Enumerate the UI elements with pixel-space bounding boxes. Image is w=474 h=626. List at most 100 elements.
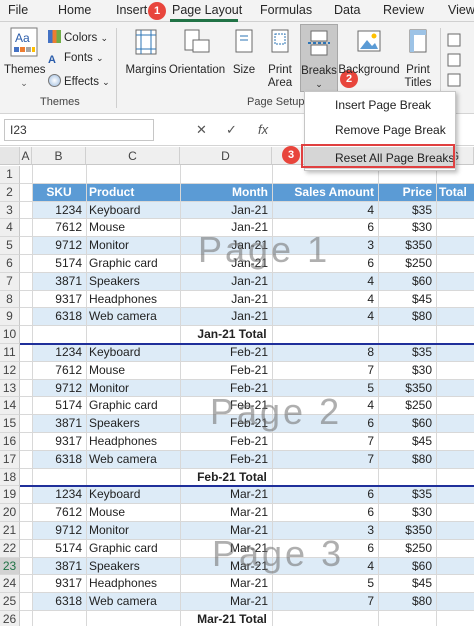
product-cell[interactable]: Monitor	[86, 522, 180, 539]
month-cell[interactable]: Feb-21	[180, 344, 272, 361]
row-header[interactable]: 22	[0, 539, 20, 558]
sku-cell[interactable]: 3871	[32, 273, 86, 290]
sales-amount-cell[interactable]: 4	[272, 397, 378, 414]
product-cell[interactable]: Keyboard	[86, 344, 180, 361]
sku-cell[interactable]: 1234	[32, 344, 86, 361]
sku-cell[interactable]: 1234	[32, 202, 86, 219]
row-header[interactable]: 9	[0, 308, 20, 327]
column-header-d[interactable]: D	[180, 147, 272, 165]
price-cell[interactable]: $30	[378, 362, 436, 379]
column-title[interactable]: Product	[86, 184, 180, 201]
sales-amount-cell[interactable]: 3	[272, 522, 378, 539]
column-header-b[interactable]: B	[32, 147, 86, 165]
column-title[interactable]: SKU	[32, 184, 86, 201]
row-header[interactable]: 25	[0, 593, 20, 611]
row-header[interactable]: 15	[0, 415, 20, 433]
product-cell[interactable]: Graphic card	[86, 255, 180, 272]
tab-home[interactable]: Home	[58, 3, 91, 17]
column-header-c[interactable]: C	[86, 147, 180, 165]
sku-cell[interactable]: 6318	[32, 593, 86, 610]
price-cell[interactable]: $80	[378, 593, 436, 610]
row-header[interactable]: 6	[0, 255, 20, 273]
column-title[interactable]: Sales Amount	[272, 184, 378, 201]
column-title[interactable]: Total	[436, 184, 474, 201]
tab-insert[interactable]: Insert	[116, 3, 147, 17]
themes-button[interactable]: Aa Themes ⌄	[4, 26, 46, 90]
month-cell[interactable]: Mar-21	[180, 540, 272, 557]
row-header[interactable]: 24	[0, 575, 20, 594]
tab-data[interactable]: Data	[334, 3, 360, 17]
sku-cell[interactable]: 7612	[32, 219, 86, 236]
margins-button[interactable]: Margins	[124, 28, 168, 77]
month-cell[interactable]: Feb-21	[180, 362, 272, 379]
month-cell[interactable]: Mar-21	[180, 504, 272, 521]
price-cell[interactable]: $60	[378, 273, 436, 290]
sales-amount-cell[interactable]: 6	[272, 255, 378, 272]
sales-amount-cell[interactable]: 4	[272, 558, 378, 575]
select-all-corner[interactable]	[0, 147, 20, 165]
price-cell[interactable]: $350	[378, 522, 436, 539]
sku-cell[interactable]: 1234	[32, 486, 86, 503]
sales-amount-cell[interactable]: 6	[272, 219, 378, 236]
row-header[interactable]: 21	[0, 522, 20, 540]
month-cell[interactable]: Feb-21	[180, 451, 272, 468]
price-cell[interactable]: $250	[378, 255, 436, 272]
row-header[interactable]: 8	[0, 290, 20, 309]
month-cell[interactable]: Jan-21	[180, 273, 272, 290]
sales-amount-cell[interactable]: 4	[272, 202, 378, 219]
month-cell[interactable]: Jan-21	[180, 291, 272, 308]
sku-cell[interactable]: 5174	[32, 540, 86, 557]
row-header[interactable]: 19	[0, 486, 20, 505]
price-cell[interactable]: $35	[378, 486, 436, 503]
sku-cell[interactable]: 3871	[32, 415, 86, 432]
month-cell[interactable]: Jan-21	[180, 219, 272, 236]
row-header[interactable]: 16	[0, 433, 20, 451]
sales-amount-cell[interactable]: 4	[272, 273, 378, 290]
row-header[interactable]: 4	[0, 219, 20, 238]
sales-amount-cell[interactable]: 5	[272, 380, 378, 397]
insert-page-break-item[interactable]: Insert Page Break	[305, 94, 455, 116]
month-cell[interactable]: Jan-21	[180, 237, 272, 254]
product-cell[interactable]: Speakers	[86, 273, 180, 290]
tab-file[interactable]: File	[8, 3, 28, 17]
month-cell[interactable]: Mar-21	[180, 558, 272, 575]
breaks-button[interactable]: Breaks ⌄	[300, 24, 338, 92]
month-cell[interactable]: Feb-21	[180, 397, 272, 414]
sku-cell[interactable]: 6318	[32, 451, 86, 468]
cancel-icon[interactable]: ✕	[196, 122, 207, 138]
row-header[interactable]: 23	[0, 557, 20, 576]
product-cell[interactable]: Mouse	[86, 362, 180, 379]
price-cell[interactable]: $35	[378, 344, 436, 361]
column-title[interactable]: Price	[378, 184, 436, 201]
row-header[interactable]: 11	[0, 344, 20, 362]
row-header[interactable]: 3	[0, 201, 20, 220]
print-titles-button[interactable]: Print Titles	[400, 28, 436, 90]
sku-cell[interactable]: 9712	[32, 237, 86, 254]
column-title[interactable]: Month	[180, 184, 272, 201]
sales-amount-cell[interactable]: 6	[272, 486, 378, 503]
row-header[interactable]: 12	[0, 361, 20, 380]
price-cell[interactable]: $80	[378, 451, 436, 468]
row-header[interactable]: 17	[0, 450, 20, 469]
month-cell[interactable]: Jan-21	[180, 202, 272, 219]
month-total-cell[interactable]: Feb-21 Total	[86, 469, 378, 486]
sku-cell[interactable]: 6318	[32, 308, 86, 325]
print-area-button[interactable]: Print Area	[262, 28, 298, 90]
row-header[interactable]: 20	[0, 504, 20, 522]
sku-cell[interactable]: 3871	[32, 558, 86, 575]
tab-formulas[interactable]: Formulas	[260, 3, 312, 17]
sku-cell[interactable]: 9712	[32, 380, 86, 397]
fonts-button[interactable]: A Fonts ⌄	[48, 52, 104, 67]
sales-amount-cell[interactable]: 6	[272, 415, 378, 432]
row-header[interactable]: 2	[0, 183, 20, 202]
row-header[interactable]: 1	[0, 166, 20, 184]
month-cell[interactable]: Feb-21	[180, 433, 272, 450]
price-cell[interactable]: $80	[378, 308, 436, 325]
sales-amount-cell[interactable]: 6	[272, 504, 378, 521]
product-cell[interactable]: Speakers	[86, 415, 180, 432]
tab-view[interactable]: View	[448, 3, 474, 17]
month-cell[interactable]: Mar-21	[180, 593, 272, 610]
row-header[interactable]: 10	[0, 326, 20, 344]
sku-cell[interactable]: 7612	[32, 504, 86, 521]
row-header[interactable]: 7	[0, 272, 20, 291]
